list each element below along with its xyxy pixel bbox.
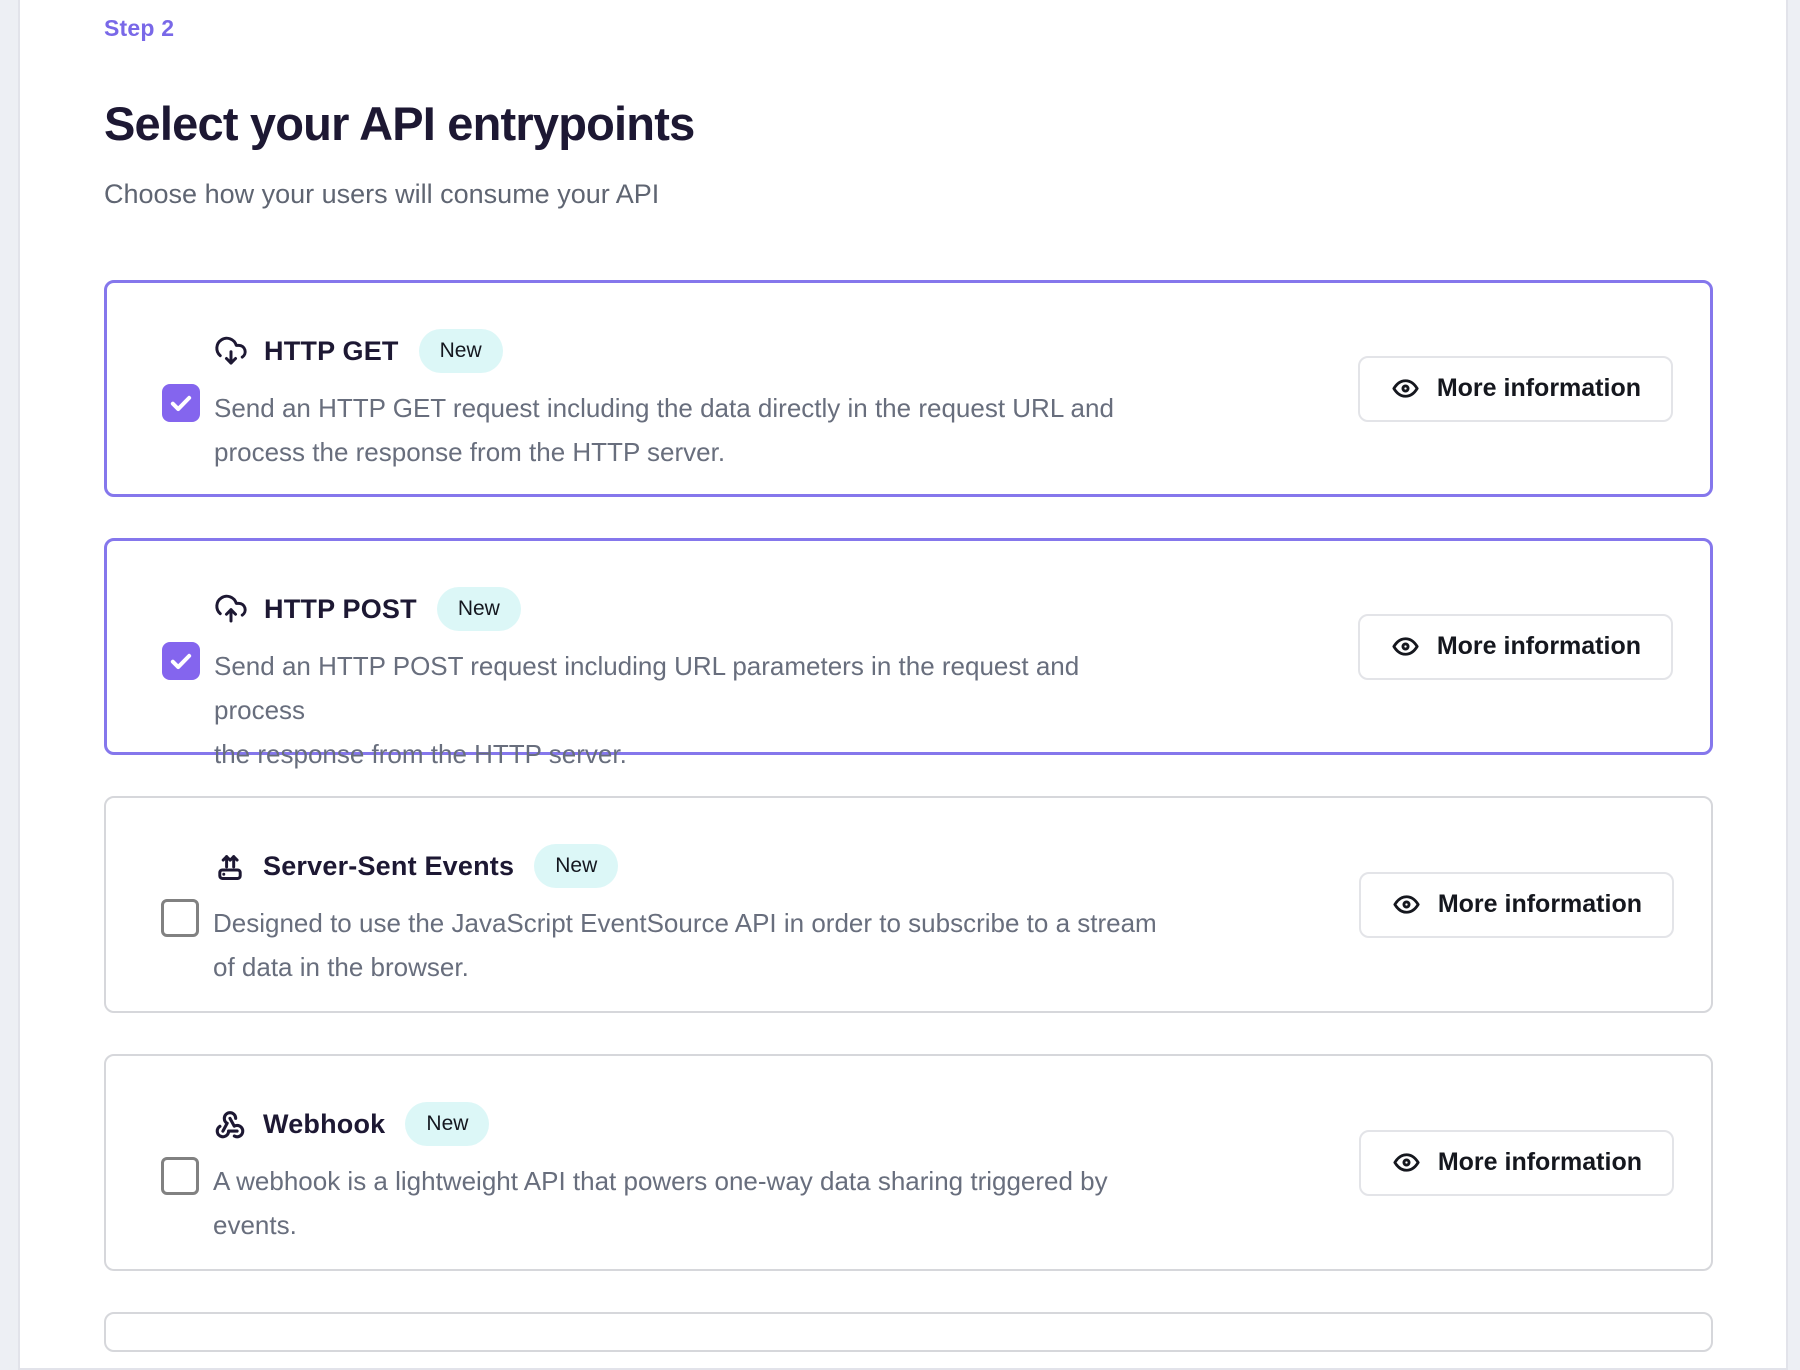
more-information-button[interactable]: More information	[1358, 356, 1673, 422]
more-information-label: More information	[1437, 374, 1641, 403]
new-badge: New	[534, 844, 618, 888]
eye-icon	[1390, 373, 1421, 404]
cloud-upload-icon	[214, 592, 248, 626]
more-information-button[interactable]: More information	[1358, 614, 1673, 680]
step-content: Step 2 Select your API entrypoints Choos…	[20, 0, 1786, 1352]
entrypoint-description: A webhook is a lightweight API that powe…	[213, 1159, 1108, 1247]
entrypoint-card[interactable]: HTTP GET New Send an HTTP GET request in…	[104, 280, 1713, 497]
more-information-button[interactable]: More information	[1359, 1130, 1674, 1196]
page-subtitle: Choose how your users will consume your …	[104, 174, 1786, 214]
server-arrows-up-icon	[213, 849, 247, 883]
entrypoint-title: HTTP POST	[264, 594, 417, 625]
eye-icon	[1390, 631, 1421, 662]
eye-icon	[1391, 889, 1422, 920]
cloud-download-icon	[214, 334, 248, 368]
entrypoint-description: Send an HTTP POST request including URL …	[214, 644, 1174, 776]
new-badge: New	[419, 329, 503, 373]
more-information-label: More information	[1438, 1148, 1642, 1177]
more-information-button[interactable]: More information	[1359, 872, 1674, 938]
page-title: Select your API entrypoints	[104, 96, 1786, 152]
entrypoint-title: Server-Sent Events	[263, 851, 514, 882]
entrypoint-card[interactable]: Webhook New A webhook is a lightweight A…	[104, 1054, 1713, 1271]
step-label: Step 2	[104, 14, 1786, 42]
entrypoint-checkbox[interactable]	[162, 384, 200, 422]
content-panel: Step 2 Select your API entrypoints Choos…	[18, 0, 1788, 1370]
more-information-label: More information	[1437, 632, 1641, 661]
entrypoint-card[interactable]: HTTP POST New Send an HTTP POST request …	[104, 538, 1713, 755]
new-badge: New	[437, 587, 521, 631]
new-badge: New	[405, 1102, 489, 1146]
entrypoint-card[interactable]: Server-Sent Events New Designed to use t…	[104, 796, 1713, 1013]
webhook-icon	[213, 1107, 247, 1141]
entrypoint-description: Send an HTTP GET request including the d…	[214, 386, 1114, 474]
entrypoint-list: HTTP GET New Send an HTTP GET request in…	[104, 280, 1786, 1271]
checkmark-icon	[167, 389, 195, 417]
entrypoint-checkbox[interactable]	[161, 899, 199, 937]
entrypoint-title: Webhook	[263, 1109, 385, 1140]
checkmark-icon	[167, 647, 195, 675]
entrypoint-card-partial[interactable]	[104, 1312, 1713, 1352]
entrypoint-checkbox[interactable]	[161, 1157, 199, 1195]
more-information-label: More information	[1438, 890, 1642, 919]
entrypoint-title: HTTP GET	[264, 336, 399, 367]
eye-icon	[1391, 1147, 1422, 1178]
entrypoint-description: Designed to use the JavaScript EventSour…	[213, 901, 1157, 989]
entrypoint-checkbox[interactable]	[162, 642, 200, 680]
